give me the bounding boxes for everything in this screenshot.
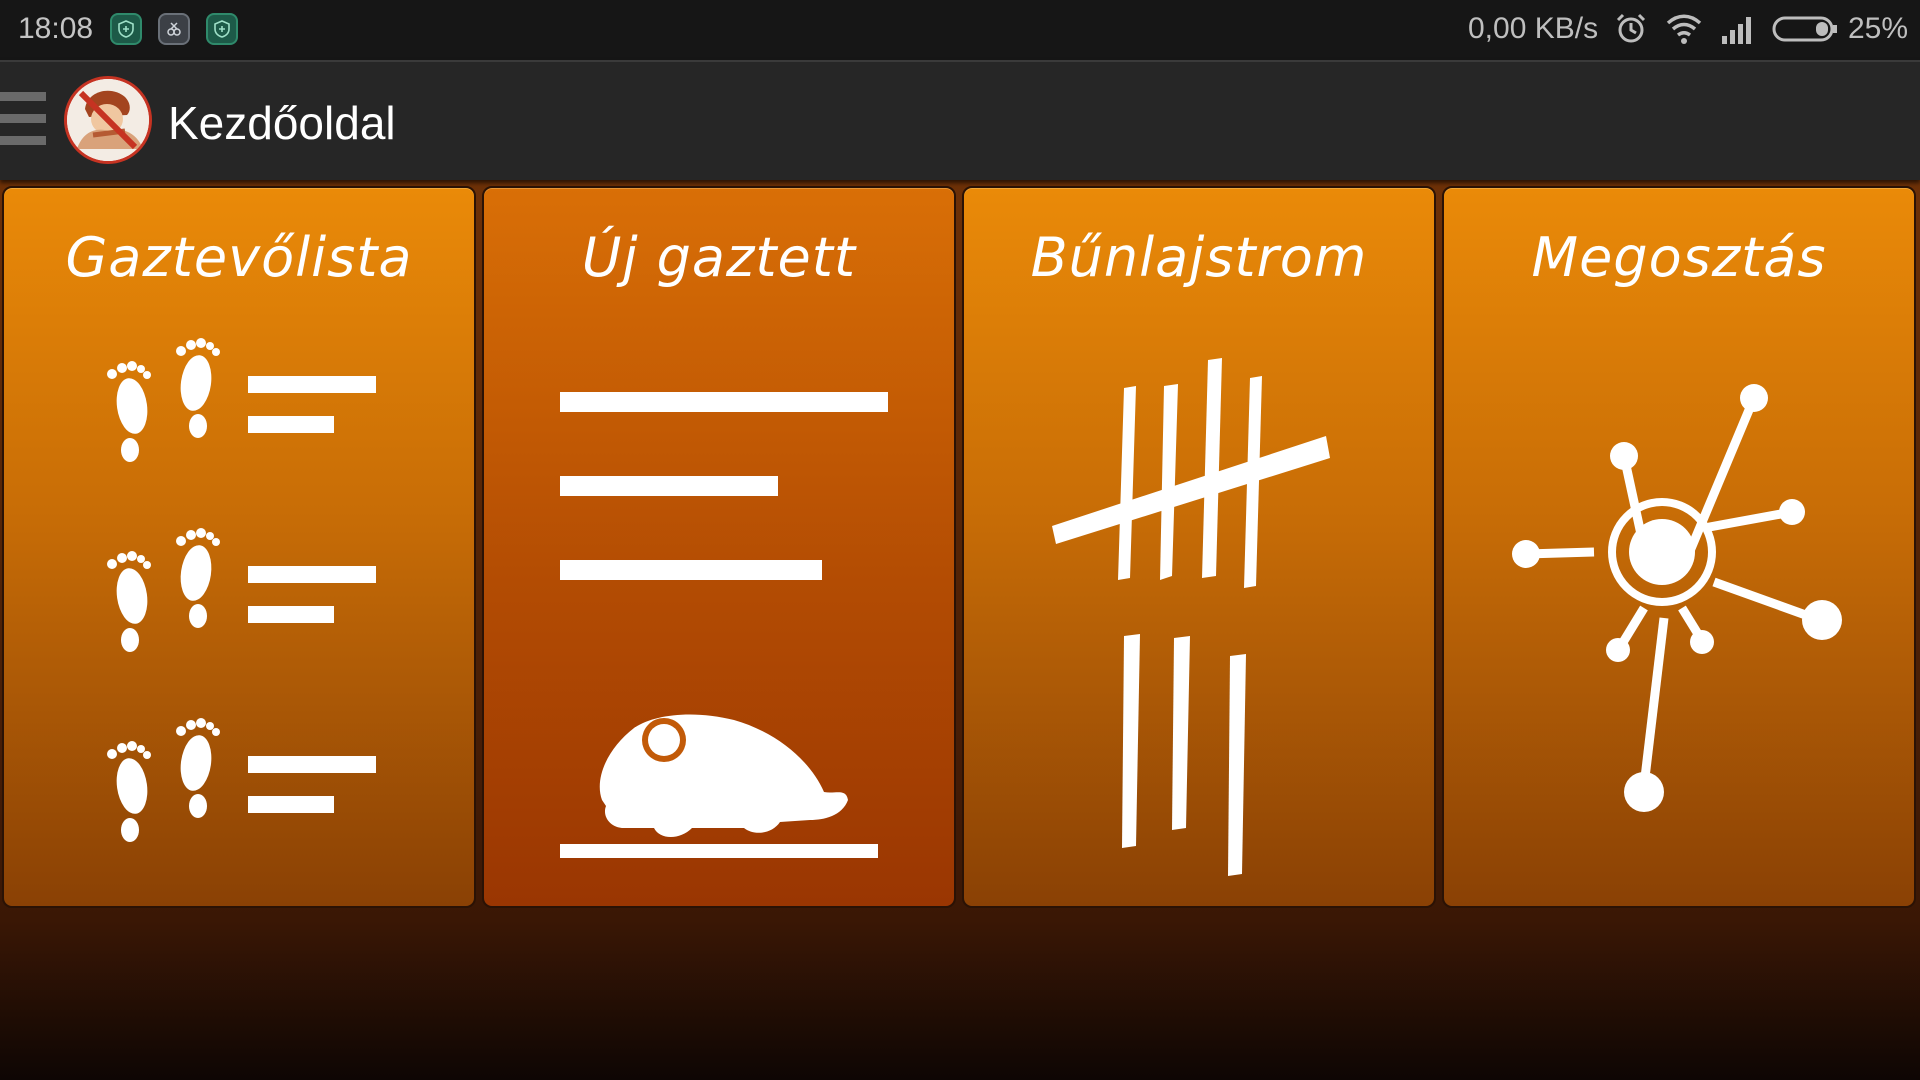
menu-tiles: Gaztevőlista Új gaztett Bűnlajstrom Mego… [0,186,1920,911]
tile-crime-record[interactable]: Bűnlajstrom [962,186,1436,908]
tally-marks-icon [1052,358,1330,876]
tile-offender-list[interactable]: Gaztevőlista [2,186,476,908]
footprints-list-icon [107,338,376,842]
status-bar: 18:08 0,00 KB/s 25% [0,0,1920,60]
tile-new-offense[interactable]: Új gaztett [482,186,956,908]
battery-percent: 25% [1848,12,1909,45]
battery-icon [1772,16,1837,42]
app-notification-icon [158,13,190,45]
app-logo[interactable] [64,76,152,164]
wifi-icon [1666,14,1702,44]
app-bar: Kezdőoldal [0,60,1920,180]
shield-icon [110,13,142,45]
alarm-icon [1616,13,1646,43]
tile-share[interactable]: Megosztás [1442,186,1916,908]
network-speed: 0,00 KB/s [1468,12,1599,45]
shield-icon [206,13,238,45]
page-title: Kezdőoldal [168,97,396,149]
status-time: 18:08 [18,12,94,45]
signal-icon [1722,17,1751,44]
hamburger-icon[interactable] [0,92,46,156]
share-network-icon [1512,384,1842,812]
new-entry-mouse-icon [560,392,888,858]
